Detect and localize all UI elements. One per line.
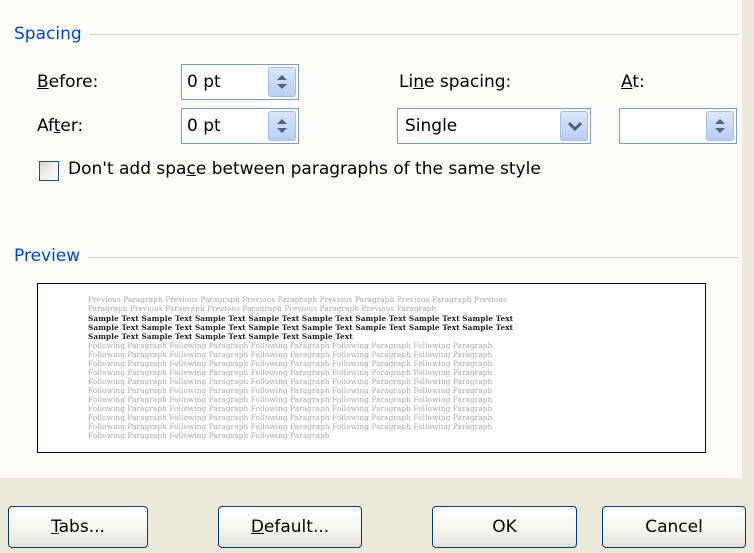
before-spinner[interactable]: 0 pt xyxy=(181,64,299,100)
preview-following-line: Following Paragraph Following Paragraph … xyxy=(88,422,493,431)
line-spacing-dropdown-button[interactable] xyxy=(560,111,588,141)
no-space-same-style-label[interactable]: Don't add space between paragraphs of th… xyxy=(68,159,541,179)
line-spacing-value[interactable]: Single xyxy=(405,116,457,136)
preview-following-line: Following Paragraph Following Paragraph … xyxy=(88,368,493,377)
chevron-down-icon[interactable] xyxy=(568,121,582,133)
spin-updown-icon[interactable] xyxy=(275,116,289,136)
tabs-button[interactable]: Tabs... xyxy=(8,506,148,548)
preview-following-line: Following Paragraph Following Paragraph … xyxy=(88,395,493,404)
preview-pane: Previous Paragraph Previous Paragraph Pr… xyxy=(37,283,706,453)
after-label: After: xyxy=(37,116,84,136)
preview-sample-line: Sample Text Sample Text Sample Text Samp… xyxy=(88,314,514,323)
before-value[interactable]: 0 pt xyxy=(187,72,221,92)
after-spinner[interactable]: 0 pt xyxy=(181,108,299,144)
preview-following-line: Following Paragraph Following Paragraph … xyxy=(88,350,493,359)
at-spinner[interactable] xyxy=(619,108,737,144)
preview-previous-line: Previous Paragraph Previous Paragraph Pr… xyxy=(88,295,507,304)
cancel-button[interactable]: Cancel xyxy=(602,506,746,548)
spacing-group-divider xyxy=(18,34,738,35)
default-button[interactable]: Default... xyxy=(218,506,362,548)
preview-following-line: Following Paragraph Following Paragraph … xyxy=(88,341,493,350)
after-spin-buttons[interactable] xyxy=(268,111,296,141)
line-spacing-label: Line spacing: xyxy=(399,72,512,92)
spin-updown-icon[interactable] xyxy=(713,116,727,136)
preview-following-line: Following Paragraph Following Paragraph … xyxy=(88,404,493,413)
before-spin-buttons[interactable] xyxy=(268,67,296,97)
after-value[interactable]: 0 pt xyxy=(187,116,221,136)
before-label: Before: xyxy=(37,72,99,92)
preview-following-line: Following Paragraph Following Paragraph … xyxy=(88,413,493,422)
preview-following-line: Following Paragraph Following Paragraph … xyxy=(88,377,493,386)
preview-following-line: Following Paragraph Following Paragraph … xyxy=(88,359,493,368)
window-edge xyxy=(742,0,754,553)
preview-group-title: Preview xyxy=(14,246,89,266)
preview-sample-line: Sample Text Sample Text Sample Text Samp… xyxy=(88,332,353,341)
preview-following-line: Following Paragraph Following Paragraph … xyxy=(88,386,493,395)
spin-updown-icon[interactable] xyxy=(275,72,289,92)
preview-group-divider xyxy=(18,257,738,258)
spacing-group-title: Spacing xyxy=(14,24,90,44)
no-space-same-style-checkbox[interactable] xyxy=(39,161,59,181)
at-label: At: xyxy=(621,72,645,92)
ok-button[interactable]: OK xyxy=(432,506,577,548)
line-spacing-select[interactable]: Single xyxy=(397,108,591,144)
preview-following-line: Following Paragraph Following Paragraph … xyxy=(88,431,330,440)
preview-previous-line: Paragraph Previous Paragraph Previous Pa… xyxy=(88,304,437,313)
preview-sample-line: Sample Text Sample Text Sample Text Samp… xyxy=(88,323,514,332)
at-spin-buttons[interactable] xyxy=(706,111,734,141)
